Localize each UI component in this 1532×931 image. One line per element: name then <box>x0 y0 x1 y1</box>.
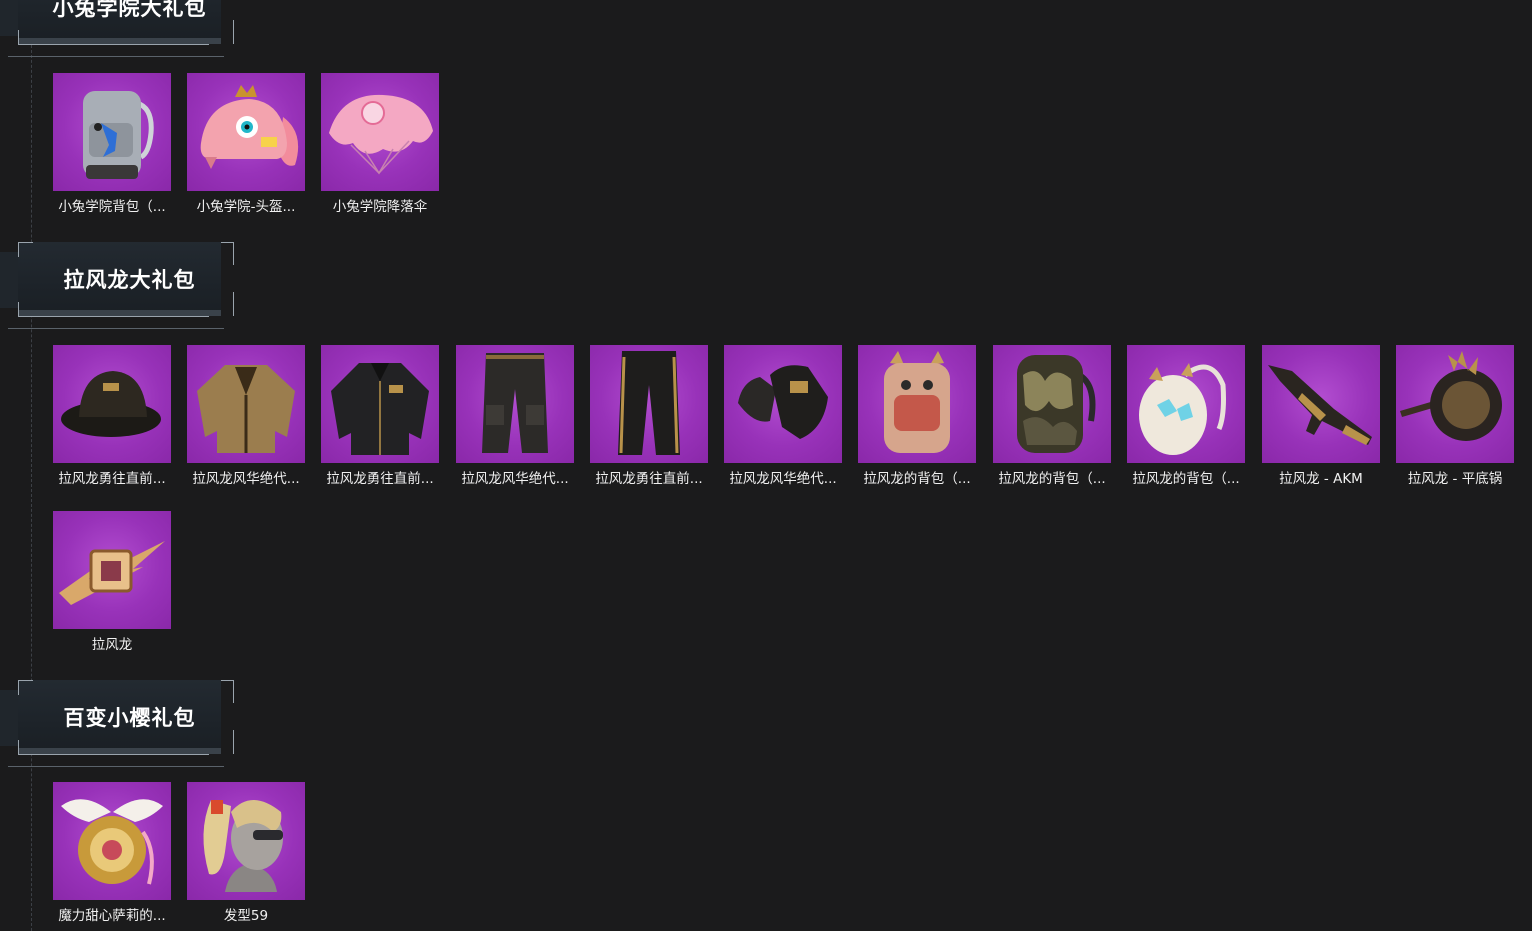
item-label: 拉风龙 - AKM <box>1279 471 1363 487</box>
gloves-icon <box>724 345 842 463</box>
bunny-helmet-icon <box>187 73 305 191</box>
item-label: 拉风龙风华绝代... <box>461 471 569 487</box>
item-label: 拉风龙勇往直前... <box>595 471 703 487</box>
item-label: 拉风龙的背包（... <box>1132 471 1240 487</box>
egg-backpack-icon <box>1127 345 1245 463</box>
item-card[interactable]: 拉风龙勇往直前... <box>321 345 439 487</box>
camo-backpack-icon <box>993 345 1111 463</box>
hairstyle-icon <box>187 782 305 900</box>
item-card[interactable]: 拉风龙 - 平底锅 <box>1396 345 1514 487</box>
section-title: 小兔学院大礼包 <box>52 0 207 20</box>
item-card[interactable]: 魔力甜心萨莉的... <box>53 782 171 924</box>
winged-backpack-icon <box>53 782 171 900</box>
section-title: 百变小樱礼包 <box>63 706 196 730</box>
rifle-icon <box>1262 345 1380 463</box>
item-card[interactable]: 拉风龙勇往直前... <box>53 345 171 487</box>
item-label: 拉风龙 <box>91 637 133 653</box>
item-label: 魔力甜心萨莉的... <box>58 908 166 924</box>
item-label: 拉风龙风华绝代... <box>192 471 300 487</box>
item-card[interactable]: 拉风龙的背包（... <box>858 345 976 487</box>
item-card[interactable]: 拉风龙的背包（... <box>993 345 1111 487</box>
pan-icon <box>1396 345 1514 463</box>
item-card[interactable]: 拉风龙勇往直前... <box>590 345 708 487</box>
item-label: 拉风龙 - 平底锅 <box>1407 471 1503 487</box>
item-label: 小兔学院背包（... <box>58 199 166 215</box>
item-card[interactable]: 拉风龙 <box>53 511 171 653</box>
item-card[interactable]: 小兔学院-头盔... <box>187 73 305 215</box>
item-card[interactable]: 拉风龙风华绝代... <box>724 345 842 487</box>
section-header-sakura: 百变小樱礼包 <box>0 680 240 770</box>
item-card[interactable]: 小兔学院降落伞 <box>321 73 439 215</box>
section-title: 拉风龙大礼包 <box>63 268 196 292</box>
black-jacket-icon <box>321 345 439 463</box>
bunny-backpack-icon <box>53 73 171 191</box>
parachute-icon <box>321 73 439 191</box>
item-card[interactable]: 发型59 <box>187 782 305 924</box>
item-label: 拉风龙的背包（... <box>998 471 1106 487</box>
item-card[interactable]: 拉风龙风华绝代... <box>456 345 574 487</box>
item-label: 拉风龙勇往直前... <box>58 471 166 487</box>
item-label: 拉风龙勇往直前... <box>326 471 434 487</box>
item-label: 小兔学院-头盔... <box>196 199 296 215</box>
item-card[interactable]: 拉风龙风华绝代... <box>187 345 305 487</box>
item-label: 发型59 <box>223 908 269 924</box>
track-pants-icon <box>590 345 708 463</box>
gold-jacket-icon <box>187 345 305 463</box>
timeline-line <box>31 30 32 931</box>
cargo-pants-icon <box>456 345 574 463</box>
item-label: 拉风龙的背包（... <box>863 471 971 487</box>
dragon-backpack-icon <box>858 345 976 463</box>
dragon-emblem-icon <box>53 511 171 629</box>
item-label: 拉风龙风华绝代... <box>729 471 837 487</box>
gift-pack-list: 小兔学院大礼包 拉风龙大礼包 百变小樱礼包 小兔学院背包（... 小兔学院-头盔… <box>0 0 1532 931</box>
item-card[interactable]: 小兔学院背包（... <box>53 73 171 215</box>
bucket-hat-icon <box>53 345 171 463</box>
item-card[interactable]: 拉风龙的背包（... <box>1127 345 1245 487</box>
item-label: 小兔学院降落伞 <box>332 199 428 215</box>
section-header-dragon: 拉风龙大礼包 <box>0 242 240 332</box>
item-card[interactable]: 拉风龙 - AKM <box>1262 345 1380 487</box>
section-header-bunny: 小兔学院大礼包 <box>0 0 240 60</box>
